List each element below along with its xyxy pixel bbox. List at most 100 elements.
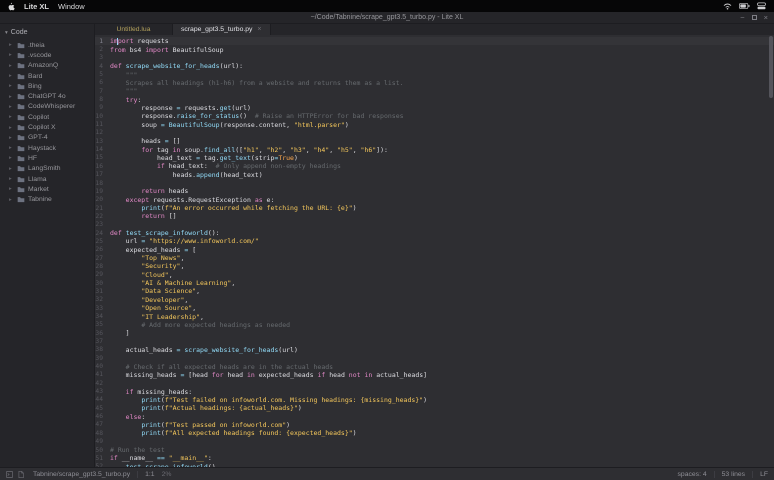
code-line[interactable]: 45 print(f"Actual headings: {actual_head… <box>95 404 774 412</box>
code-line[interactable]: 39 <box>95 354 774 362</box>
minimize-button[interactable]: − <box>740 14 744 22</box>
tree-folder--theia[interactable]: ▸.theia <box>0 40 94 50</box>
code-line[interactable]: 43 if missing_heads: <box>95 387 774 395</box>
code-line[interactable]: 50# Run the test <box>95 446 774 454</box>
menu-app-name[interactable]: Lite XL <box>24 2 49 11</box>
tree-folder-copilot[interactable]: ▸Copilot <box>0 112 94 122</box>
menu-item-window[interactable]: Window <box>58 2 85 11</box>
editor[interactable]: 1import requests2from bs4 import Beautif… <box>95 35 774 467</box>
tab-untitled.lua[interactable]: Untitled.lua <box>95 24 173 35</box>
code-line[interactable]: 34 "IT Leadership", <box>95 312 774 320</box>
code-line[interactable]: 16 if head_text: # Only append non-empty… <box>95 162 774 170</box>
tree-folder-haystack[interactable]: ▸Haystack <box>0 143 94 153</box>
line-number: 30 <box>95 280 110 287</box>
maximize-button[interactable] <box>752 15 757 20</box>
code-line[interactable]: 12 <box>95 129 774 137</box>
code-line[interactable]: 29 "Cloud", <box>95 271 774 279</box>
tree-folder-tabnine[interactable]: ▸Tabnine <box>0 194 94 204</box>
line-number: 34 <box>95 313 110 320</box>
code-line[interactable]: 42 <box>95 379 774 387</box>
tree-folder-amazonq[interactable]: ▸AmazonQ <box>0 61 94 71</box>
tree-folder-codewhisperer[interactable]: ▸CodeWhisperer <box>0 102 94 112</box>
code-line[interactable]: 2from bs4 import BeautifulSoup <box>95 45 774 53</box>
tree-folder-copilot-x[interactable]: ▸Copilot X <box>0 122 94 132</box>
file-icon[interactable] <box>18 471 24 478</box>
code-line[interactable]: 52 test_scrape_infoworld() <box>95 463 774 467</box>
code-text: print(f"Test passed on infoworld.com") <box>110 421 290 429</box>
code-line[interactable]: 27 "Top News", <box>95 254 774 262</box>
code-line[interactable]: 23 <box>95 221 774 229</box>
code-line[interactable]: 38 actual_heads = scrape_website_for_hea… <box>95 346 774 354</box>
code-line[interactable]: 35 # Add more expected headings as neede… <box>95 321 774 329</box>
code-line[interactable]: 46 else: <box>95 412 774 420</box>
tree-folder-chatgpt-4o[interactable]: ▸ChatGPT 4o <box>0 91 94 101</box>
title-bar[interactable]: ~/Code/Tabnine/scrape_gpt3.5_turbo.py - … <box>0 12 774 24</box>
code-line[interactable]: 28 "Security", <box>95 262 774 270</box>
close-icon[interactable]: × <box>257 26 261 33</box>
code-line[interactable]: 6 Scrapes all headings (h1-h6) from a we… <box>95 79 774 87</box>
code-line[interactable]: 19 return heads <box>95 187 774 195</box>
code-line[interactable]: 33 "Open Source", <box>95 304 774 312</box>
status-indent-info[interactable]: spaces: 4 <box>678 471 707 478</box>
code-line[interactable]: 47 print(f"Test passed on infoworld.com"… <box>95 421 774 429</box>
code-line[interactable]: 10 response.raise_for_status() # Raise a… <box>95 112 774 120</box>
tree-folder-hf[interactable]: ▸HF <box>0 153 94 163</box>
tree-folder-bard[interactable]: ▸Bard <box>0 71 94 81</box>
vertical-scrollbar[interactable] <box>769 36 773 98</box>
code-line[interactable]: 8 try: <box>95 95 774 103</box>
status-divider <box>714 471 715 478</box>
wifi-icon[interactable] <box>723 2 732 10</box>
code-line[interactable]: 31 "Data Science", <box>95 287 774 295</box>
tree-folder--vscode[interactable]: ▸.vscode <box>0 50 94 60</box>
code-line[interactable]: 5 """ <box>95 70 774 78</box>
tree-root[interactable]: ▾ Code <box>0 24 94 40</box>
tree-folder-market[interactable]: ▸Market <box>0 184 94 194</box>
code-line[interactable]: 1import requests <box>95 37 774 45</box>
code-text: "Security", <box>110 262 184 270</box>
code-line[interactable]: 17 heads.append(head_text) <box>95 171 774 179</box>
code-line[interactable]: 3 <box>95 54 774 62</box>
code-line[interactable]: 22 return [] <box>95 212 774 220</box>
code-line[interactable]: 14 for tag in soup.find_all(["h1", "h2",… <box>95 145 774 153</box>
code-text: print(f"All expected headings found: {ex… <box>110 429 357 437</box>
code-line[interactable]: 30 "AI & Machine Learning", <box>95 279 774 287</box>
code-text: from bs4 import BeautifulSoup <box>110 46 224 54</box>
code-line[interactable]: 20 except requests.RequestException as e… <box>95 196 774 204</box>
code-line[interactable]: 41 missing_heads = [head for head in exp… <box>95 371 774 379</box>
tree-folder-bing[interactable]: ▸Bing <box>0 81 94 91</box>
code-line[interactable]: 44 print(f"Test failed on infoworld.com.… <box>95 396 774 404</box>
code-lines: 1import requests2from bs4 import Beautif… <box>95 35 774 467</box>
terminal-icon[interactable] <box>6 471 13 478</box>
code-line[interactable]: 21 print(f"An error occurred while fetch… <box>95 204 774 212</box>
code-line[interactable]: 48 print(f"All expected headings found: … <box>95 429 774 437</box>
tree-folder-llama[interactable]: ▸Llama <box>0 174 94 184</box>
code-line[interactable]: 15 head_text = tag.get_text(strip=True) <box>95 154 774 162</box>
code-line[interactable]: 32 "Developer", <box>95 296 774 304</box>
tab-scrape-gpt3.5-turbo.py[interactable]: scrape_gpt3.5_turbo.py× <box>173 24 271 35</box>
status-line-ending[interactable]: LF <box>760 471 768 478</box>
code-line[interactable]: 25 url = "https://www.infoworld.com/" <box>95 237 774 245</box>
battery-icon[interactable] <box>739 3 750 9</box>
control-center-icon[interactable] <box>757 2 766 10</box>
status-cursor-position[interactable]: 1:1 <box>145 471 154 478</box>
tree-folder-langsmith[interactable]: ▸LangSmith <box>0 164 94 174</box>
code-line[interactable]: 37 <box>95 337 774 345</box>
code-line[interactable]: 49 <box>95 438 774 446</box>
code-line[interactable]: 40 # Check if all expected heads are in … <box>95 362 774 370</box>
code-text: missing_heads = [head for head in expect… <box>110 371 427 379</box>
code-line[interactable]: 7 """ <box>95 87 774 95</box>
folder-name: Bing <box>28 83 42 90</box>
line-number: 51 <box>95 455 110 462</box>
code-line[interactable]: 26 expected_heads = [ <box>95 246 774 254</box>
code-line[interactable]: 24def test_scrape_infoworld(): <box>95 229 774 237</box>
code-line[interactable]: 18 <box>95 179 774 187</box>
tree-folder-gpt-4[interactable]: ▸GPT-4 <box>0 133 94 143</box>
code-line[interactable]: 11 soup = BeautifulSoup(response.content… <box>95 120 774 128</box>
code-line[interactable]: 51if __name__ == "__main__": <box>95 454 774 462</box>
code-line[interactable]: 36 ] <box>95 329 774 337</box>
code-line[interactable]: 4def scrape_website_for_heads(url): <box>95 62 774 70</box>
apple-icon[interactable] <box>8 2 15 11</box>
code-line[interactable]: 13 heads = [] <box>95 137 774 145</box>
code-line[interactable]: 9 response = requests.get(url) <box>95 104 774 112</box>
close-button[interactable]: × <box>764 14 768 22</box>
